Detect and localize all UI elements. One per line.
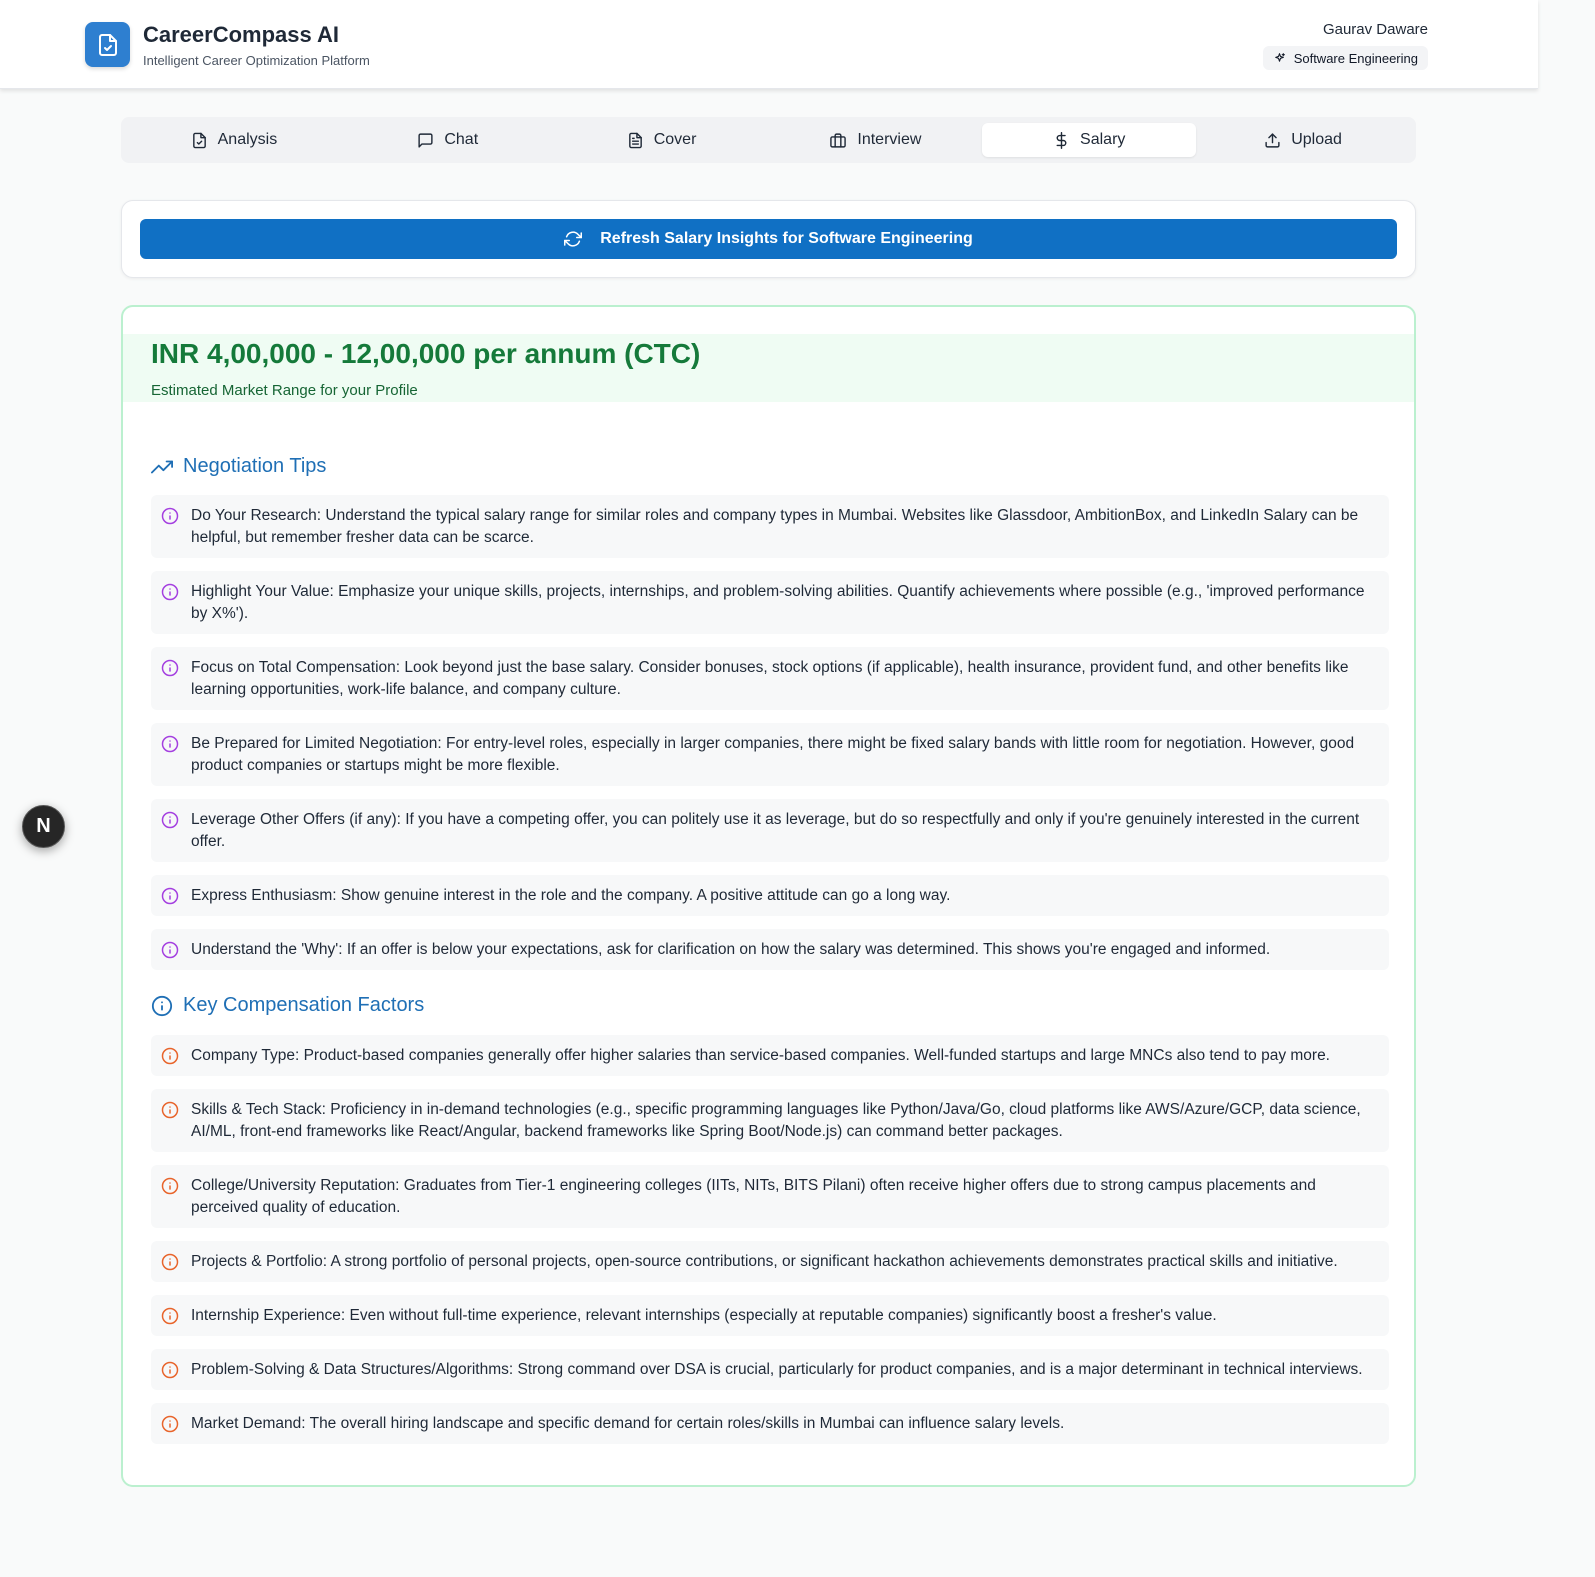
dollar-icon bbox=[1056, 131, 1067, 149]
salary-insights-card: INR 4,00,000 - 12,00,000 per annum (CTC)… bbox=[121, 305, 1416, 1487]
tab-interview[interactable]: Interview bbox=[768, 123, 982, 157]
salary-range-label: Estimated Market Range for your Profile bbox=[151, 382, 418, 399]
tip-text: Highlight Your Value: Emphasize your uni… bbox=[191, 583, 1365, 622]
list-item: Do Your Research: Understand the typical… bbox=[151, 495, 1389, 558]
negotiation-tips-heading: Negotiation Tips bbox=[151, 455, 326, 478]
refresh-salary-button[interactable]: Refresh Salary Insights for Software Eng… bbox=[140, 219, 1397, 259]
factor-text: Company Type: Product-based companies ge… bbox=[191, 1047, 1330, 1064]
list-item: Be Prepared for Limited Negotiation: For… bbox=[151, 723, 1389, 786]
user-name: Gaurav Daware bbox=[1322, 21, 1428, 38]
file-check-icon bbox=[98, 33, 117, 56]
tip-text: Be Prepared for Limited Negotiation: For… bbox=[191, 735, 1355, 774]
info-icon bbox=[161, 1177, 179, 1195]
refresh-icon bbox=[564, 231, 583, 247]
nextjs-dev-button[interactable]: N bbox=[22, 805, 65, 848]
app-subtitle: Intelligent Career Optimization Platform bbox=[143, 53, 370, 68]
list-item: Internship Experience: Even without full… bbox=[151, 1295, 1389, 1336]
list-item: Projects & Portfolio: A strong portfolio… bbox=[151, 1241, 1389, 1282]
list-item: Focus on Total Compensation: Look beyond… bbox=[151, 647, 1389, 710]
briefcase-icon bbox=[830, 132, 847, 148]
info-icon bbox=[161, 941, 179, 959]
info-icon bbox=[161, 1361, 179, 1379]
app-title: CareerCompass AI bbox=[143, 22, 340, 47]
list-item: Company Type: Product-based companies ge… bbox=[151, 1035, 1389, 1076]
tab-label: Analysis bbox=[217, 131, 278, 148]
message-icon bbox=[418, 132, 433, 148]
list-item: Highlight Your Value: Emphasize your uni… bbox=[151, 571, 1389, 634]
tab-label: Interview bbox=[857, 131, 922, 148]
compensation-factors-heading: Key Compensation Factors bbox=[151, 994, 424, 1017]
info-icon bbox=[161, 507, 179, 525]
sparkles-icon bbox=[1274, 52, 1285, 62]
tab-label: Salary bbox=[1080, 131, 1126, 148]
factor-text: Projects & Portfolio: A strong portfolio… bbox=[191, 1253, 1338, 1270]
tab-salary[interactable]: Salary bbox=[982, 123, 1197, 157]
tab-label: Cover bbox=[653, 131, 697, 148]
list-item: Problem-Solving & Data Structures/Algori… bbox=[151, 1349, 1389, 1390]
section-title-text: Negotiation Tips bbox=[183, 455, 327, 477]
info-icon bbox=[151, 995, 173, 1016]
info-icon bbox=[161, 735, 179, 753]
list-item: College/University Reputation: Graduates… bbox=[151, 1165, 1389, 1228]
list-item: Leverage Other Offers (if any): If you h… bbox=[151, 799, 1389, 862]
career-field-label: Software Engineering bbox=[1293, 50, 1418, 66]
tab-label: Upload bbox=[1291, 131, 1342, 148]
factor-text: College/University Reputation: Graduates… bbox=[191, 1177, 1316, 1216]
tip-text: Do Your Research: Understand the typical… bbox=[191, 507, 1359, 546]
tab-bar: Analysis Chat Cover Interview Salary Upl… bbox=[121, 117, 1416, 163]
info-icon bbox=[161, 1047, 179, 1065]
tip-text: Express Enthusiasm: Show genuine interes… bbox=[191, 887, 951, 904]
negotiation-tips-list: Do Your Research: Understand the typical… bbox=[151, 495, 1389, 983]
app-header: CareerCompass AI Intelligent Career Opti… bbox=[0, 0, 1538, 89]
factor-text: Market Demand: The overall hiring landsc… bbox=[191, 1415, 1065, 1432]
list-item: Understand the 'Why': If an offer is bel… bbox=[151, 929, 1389, 970]
tab-analysis[interactable]: Analysis bbox=[127, 123, 341, 157]
fab-label: N bbox=[36, 815, 51, 837]
tab-chat[interactable]: Chat bbox=[341, 123, 555, 157]
list-item: Skills & Tech Stack: Proficiency in in-d… bbox=[151, 1089, 1389, 1152]
tab-cover[interactable]: Cover bbox=[555, 123, 769, 157]
info-icon bbox=[161, 811, 179, 829]
compensation-factors-list: Company Type: Product-based companies ge… bbox=[151, 1035, 1389, 1457]
trending-up-icon bbox=[151, 460, 173, 473]
salary-range-value: INR 4,00,000 - 12,00,000 per annum (CTC) bbox=[151, 338, 701, 369]
tip-text: Focus on Total Compensation: Look beyond… bbox=[191, 659, 1349, 698]
tip-text: Leverage Other Offers (if any): If you h… bbox=[191, 811, 1360, 850]
info-icon bbox=[161, 1415, 179, 1433]
section-title-text: Key Compensation Factors bbox=[183, 994, 425, 1016]
info-icon bbox=[161, 887, 179, 905]
info-icon bbox=[161, 659, 179, 677]
upload-icon bbox=[1265, 132, 1280, 148]
tab-upload[interactable]: Upload bbox=[1196, 123, 1410, 157]
factor-text: Skills & Tech Stack: Proficiency in in-d… bbox=[191, 1101, 1361, 1140]
refresh-button-label: Refresh Salary Insights for Software Eng… bbox=[600, 230, 973, 247]
list-item: Express Enthusiasm: Show genuine interes… bbox=[151, 875, 1389, 916]
info-icon bbox=[161, 1253, 179, 1271]
app-logo bbox=[85, 22, 130, 67]
info-icon bbox=[161, 583, 179, 601]
document-icon bbox=[628, 132, 642, 148]
factor-text: Problem-Solving & Data Structures/Algori… bbox=[191, 1361, 1363, 1378]
info-icon bbox=[161, 1307, 179, 1325]
info-icon bbox=[161, 1101, 179, 1119]
file-check-icon bbox=[192, 132, 206, 148]
tip-text: Understand the 'Why': If an offer is bel… bbox=[191, 941, 1271, 958]
tab-label: Chat bbox=[444, 131, 479, 148]
refresh-card: Refresh Salary Insights for Software Eng… bbox=[121, 200, 1416, 278]
list-item: Market Demand: The overall hiring landsc… bbox=[151, 1403, 1389, 1444]
career-field-badge: Software Engineering bbox=[1262, 46, 1428, 70]
factor-text: Internship Experience: Even without full… bbox=[191, 1307, 1217, 1324]
